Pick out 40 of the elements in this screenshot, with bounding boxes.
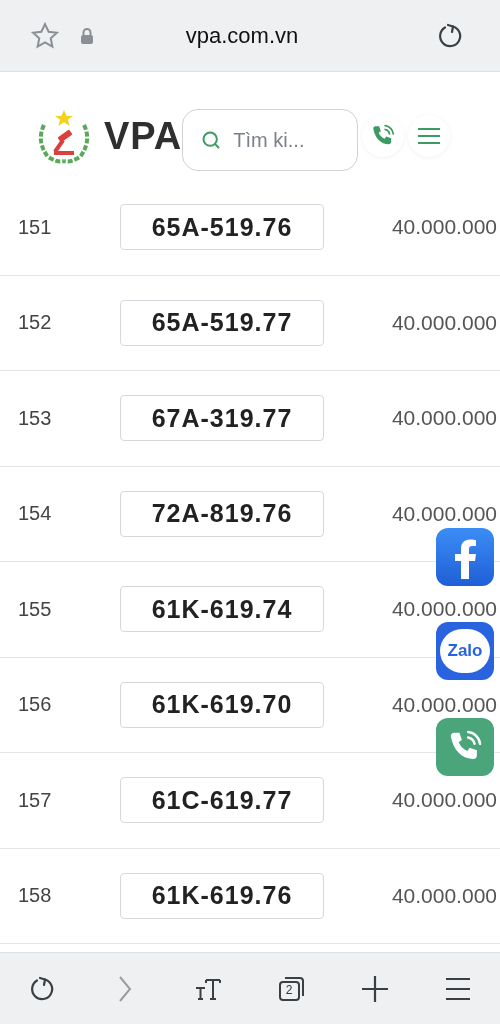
call-float-button[interactable] [436,718,494,776]
price-text: 40.000.000 [390,883,498,908]
row-number: 157 [17,788,53,812]
url-text[interactable]: vpa.com.vn [114,22,370,49]
search-input[interactable]: Tìm ki... [231,127,346,153]
lock-icon [80,26,94,45]
zalo-button[interactable]: Zalo [436,622,494,680]
license-plate: 65A-519.77 [120,299,324,346]
menu-icon [445,976,472,1001]
chevron-right-icon [118,974,132,1003]
plus-icon [360,974,389,1003]
price-text: 40.000.000 [390,310,498,335]
reload-icon [436,21,464,50]
row-number: 154 [17,502,53,526]
license-plate: 65A-519.76 [120,204,324,251]
menu-icon [417,126,442,146]
license-plate: 61K-619.70 [120,681,324,728]
star-icon[interactable] [30,20,60,51]
price-text: 40.000.000 [390,406,498,431]
row-number: 151 [17,215,53,239]
facebook-button[interactable] [436,528,494,586]
row-number: 158 [17,884,53,908]
search-bar[interactable]: Tìm ki... [182,109,359,171]
price-text: 40.000.000 [390,501,498,526]
license-plate: 61K-619.76 [120,872,324,919]
row-number: 156 [17,693,53,717]
row-number: 153 [17,406,53,430]
license-plate: 72A-819.76 [120,490,324,537]
logo-text[interactable]: VPA [104,114,183,158]
price-text: 40.000.000 [390,215,498,240]
price-text: 40.000.000 [390,692,498,717]
text-size-icon [194,976,223,1001]
license-plate: 61K-619.74 [120,586,324,633]
license-plate: 61C-619.77 [120,777,324,824]
price-text: 40.000.000 [390,788,498,813]
row-number: 155 [17,597,53,621]
row-number: 152 [17,311,53,335]
tabs-button[interactable]: 2 [271,968,312,1009]
price-text: 40.000.000 [390,597,498,622]
license-plate: 67A-319.77 [120,395,324,442]
